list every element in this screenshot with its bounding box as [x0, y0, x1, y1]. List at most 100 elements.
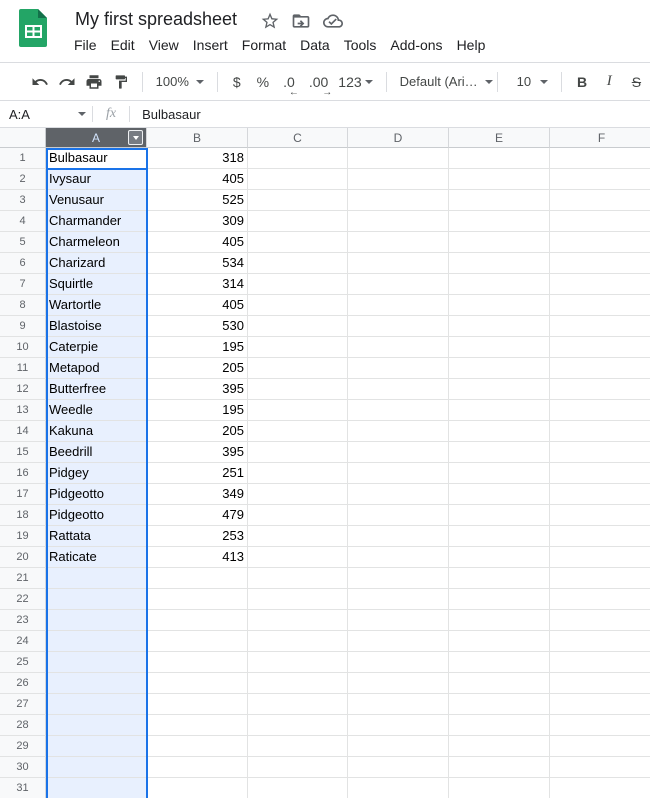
- cell-A12[interactable]: Butterfree: [46, 379, 147, 400]
- row-header-19[interactable]: 19: [0, 526, 46, 547]
- cell-D7[interactable]: [348, 274, 449, 295]
- cell-E13[interactable]: [449, 400, 550, 421]
- row-header-27[interactable]: 27: [0, 694, 46, 715]
- cell-C20[interactable]: [248, 547, 348, 568]
- row-header-20[interactable]: 20: [0, 547, 46, 568]
- cell-F28[interactable]: [550, 715, 650, 736]
- row-header-8[interactable]: 8: [0, 295, 46, 316]
- menu-format[interactable]: Format: [235, 35, 293, 55]
- cell-F7[interactable]: [550, 274, 650, 295]
- cell-A10[interactable]: Caterpie: [46, 337, 147, 358]
- cell-E14[interactable]: [449, 421, 550, 442]
- cell-D24[interactable]: [348, 631, 449, 652]
- cell-C19[interactable]: [248, 526, 348, 547]
- column-header-D[interactable]: D: [348, 128, 449, 148]
- font-size-dropdown[interactable]: 10: [505, 70, 554, 94]
- column-header-F[interactable]: F: [550, 128, 650, 148]
- row-header-2[interactable]: 2: [0, 169, 46, 190]
- cell-F12[interactable]: [550, 379, 650, 400]
- cell-E20[interactable]: [449, 547, 550, 568]
- cell-C3[interactable]: [248, 190, 348, 211]
- cell-D15[interactable]: [348, 442, 449, 463]
- cell-A22[interactable]: [46, 589, 147, 610]
- undo-button[interactable]: [28, 70, 51, 94]
- cell-E2[interactable]: [449, 169, 550, 190]
- row-header-31[interactable]: 31: [0, 778, 46, 798]
- cell-B15[interactable]: 395: [147, 442, 248, 463]
- row-header-11[interactable]: 11: [0, 358, 46, 379]
- row-header-10[interactable]: 10: [0, 337, 46, 358]
- menu-view[interactable]: View: [142, 35, 186, 55]
- cell-D2[interactable]: [348, 169, 449, 190]
- cell-D12[interactable]: [348, 379, 449, 400]
- cell-C29[interactable]: [248, 736, 348, 757]
- cell-C7[interactable]: [248, 274, 348, 295]
- cell-B26[interactable]: [147, 673, 248, 694]
- row-header-17[interactable]: 17: [0, 484, 46, 505]
- cell-C11[interactable]: [248, 358, 348, 379]
- cell-F1[interactable]: [550, 148, 650, 169]
- cell-D29[interactable]: [348, 736, 449, 757]
- cell-E17[interactable]: [449, 484, 550, 505]
- cell-B17[interactable]: 349: [147, 484, 248, 505]
- cell-B2[interactable]: 405: [147, 169, 248, 190]
- cell-A19[interactable]: Rattata: [46, 526, 147, 547]
- cell-E3[interactable]: [449, 190, 550, 211]
- cell-A13[interactable]: Weedle: [46, 400, 147, 421]
- cell-A5[interactable]: Charmeleon: [46, 232, 147, 253]
- cell-A6[interactable]: Charizard: [46, 253, 147, 274]
- increase-decimal-button[interactable]: .00 →: [303, 70, 336, 94]
- cell-B3[interactable]: 525: [147, 190, 248, 211]
- cell-C15[interactable]: [248, 442, 348, 463]
- menu-file[interactable]: File: [67, 35, 104, 55]
- cell-E26[interactable]: [449, 673, 550, 694]
- cell-F14[interactable]: [550, 421, 650, 442]
- column-header-E[interactable]: E: [449, 128, 550, 148]
- cell-D26[interactable]: [348, 673, 449, 694]
- cell-E23[interactable]: [449, 610, 550, 631]
- cell-D10[interactable]: [348, 337, 449, 358]
- cell-E4[interactable]: [449, 211, 550, 232]
- menu-data[interactable]: Data: [293, 35, 337, 55]
- row-header-13[interactable]: 13: [0, 400, 46, 421]
- cell-D8[interactable]: [348, 295, 449, 316]
- cell-D1[interactable]: [348, 148, 449, 169]
- column-header-A[interactable]: A: [46, 128, 147, 148]
- cell-F10[interactable]: [550, 337, 650, 358]
- cell-A23[interactable]: [46, 610, 147, 631]
- cell-C1[interactable]: [248, 148, 348, 169]
- cell-C22[interactable]: [248, 589, 348, 610]
- cell-E24[interactable]: [449, 631, 550, 652]
- cell-C27[interactable]: [248, 694, 348, 715]
- cell-D9[interactable]: [348, 316, 449, 337]
- cell-D5[interactable]: [348, 232, 449, 253]
- cell-B18[interactable]: 479: [147, 505, 248, 526]
- cell-E11[interactable]: [449, 358, 550, 379]
- cell-F2[interactable]: [550, 169, 650, 190]
- row-header-23[interactable]: 23: [0, 610, 46, 631]
- cell-F19[interactable]: [550, 526, 650, 547]
- row-header-6[interactable]: 6: [0, 253, 46, 274]
- menu-insert[interactable]: Insert: [186, 35, 235, 55]
- row-header-5[interactable]: 5: [0, 232, 46, 253]
- row-header-9[interactable]: 9: [0, 316, 46, 337]
- cell-B31[interactable]: [147, 778, 248, 798]
- row-header-22[interactable]: 22: [0, 589, 46, 610]
- more-formats-dropdown[interactable]: 123: [336, 70, 378, 94]
- cell-D27[interactable]: [348, 694, 449, 715]
- cell-F17[interactable]: [550, 484, 650, 505]
- cell-E25[interactable]: [449, 652, 550, 673]
- cell-C24[interactable]: [248, 631, 348, 652]
- row-header-25[interactable]: 25: [0, 652, 46, 673]
- cell-E12[interactable]: [449, 379, 550, 400]
- cell-D20[interactable]: [348, 547, 449, 568]
- cell-E5[interactable]: [449, 232, 550, 253]
- cell-E9[interactable]: [449, 316, 550, 337]
- cell-E15[interactable]: [449, 442, 550, 463]
- row-header-14[interactable]: 14: [0, 421, 46, 442]
- cell-C2[interactable]: [248, 169, 348, 190]
- cell-B25[interactable]: [147, 652, 248, 673]
- select-all-corner[interactable]: [0, 128, 46, 148]
- document-title[interactable]: My first spreadsheet: [75, 9, 237, 30]
- print-button[interactable]: [82, 70, 105, 94]
